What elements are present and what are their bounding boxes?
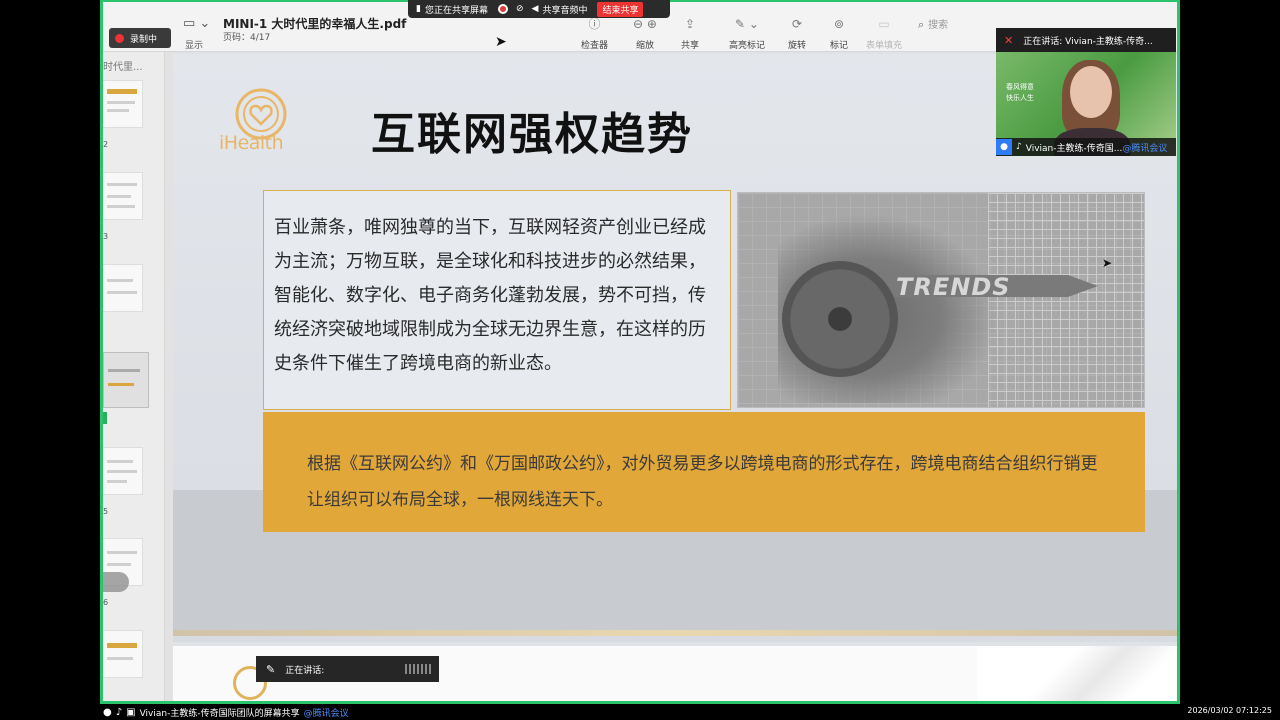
mic-icon: ✎	[266, 662, 276, 676]
screen: ▭ ⌄ 显示 MINI-1 大时代里的幸福人生.pdf 页码：4/17 ⓘ 检查…	[0, 0, 1280, 720]
form-icon: ▭	[878, 17, 890, 31]
page-indicator: 页码：4/17	[223, 33, 271, 43]
slide-highlight-box: 根据《互联网公约》和《万国邮政公约》，对外贸易更多以跨境电商的形式存在，跨境电商…	[263, 412, 1145, 532]
globe-icon	[782, 261, 898, 377]
markup-button[interactable]: ⊚ 标记	[830, 16, 848, 51]
page-gutter	[165, 52, 173, 702]
share-button[interactable]: ⇪ 共享	[681, 16, 699, 51]
mic-icon: ♪	[1016, 142, 1022, 152]
recording-badge[interactable]: 录制中	[109, 28, 171, 48]
page-thumbnail[interactable]	[103, 630, 143, 678]
mic-muted-icon: ✕	[1004, 33, 1014, 47]
audio-wave-icon	[405, 664, 431, 674]
participant-name: Vivian-主教练-传奇国...	[1025, 143, 1123, 154]
slide-paragraph: 百业萧条，唯网独尊的当下，互联网轻资产创业已经成为主流；万物互联，是全球化和科技…	[274, 217, 706, 374]
trends-image-text: TRENDS	[896, 273, 1011, 301]
speaker-icon: ◀	[531, 4, 539, 14]
thumbnail-heading: 时代里...	[103, 62, 143, 73]
info-icon: ⓘ	[588, 17, 601, 31]
mouse-cursor-icon: ➤	[495, 34, 507, 50]
share-owner-label: Vivian-主教练-传奇国际团队的屏幕共享	[139, 708, 300, 719]
highlight-button[interactable]: ✎ ⌄ 高亮标记	[729, 16, 765, 51]
share-audio[interactable]: ◀ 共享音频中	[532, 3, 588, 16]
page-thumbnail[interactable]	[103, 172, 143, 220]
user-icon: ●	[103, 706, 112, 718]
signal-icon: ▮	[416, 4, 421, 14]
rotate-button[interactable]: ⟳ 旋转	[788, 16, 806, 51]
search-icon: ⌕	[918, 18, 925, 31]
mouse-cursor-icon: ➤	[1102, 256, 1113, 270]
trends-image: TRENDS	[737, 192, 1145, 408]
page-number: 5	[103, 507, 109, 516]
slide-edge-decoration	[173, 630, 1177, 636]
page-number: 2	[103, 140, 109, 149]
page-number: 6	[103, 598, 109, 607]
share-status: ▮ 您正在共享屏幕	[416, 4, 488, 16]
highlight-icon: ✎ ⌄	[735, 17, 759, 31]
screen-icon: ▣	[126, 706, 136, 718]
page-thumbnail[interactable]	[103, 80, 143, 128]
end-share-button[interactable]: 结束共享	[597, 1, 644, 17]
speaking-toast: ✎ 正在讲话:	[256, 656, 439, 682]
zoom-icon: ⊖ ⊕	[633, 17, 657, 31]
brand-label: @腾讯会议	[1122, 143, 1168, 154]
slide-text-box: 百业萧条，唯网独尊的当下，互联网轻资产创业已经成为主流；万物互联，是全球化和科技…	[263, 190, 731, 410]
timestamp: 2026/03/02 07:12:25	[1187, 706, 1272, 715]
thumbnail-sidebar: 时代里... 2 3 5 6	[103, 52, 165, 702]
page-thumbnail[interactable]	[103, 264, 143, 312]
share-info-bar: ● ♪ ▣ Vivian-主教练-传奇国际团队的屏幕共享 @腾讯会议	[103, 704, 363, 720]
page-thumbnail-selected[interactable]	[103, 352, 149, 408]
current-page-marker	[103, 412, 107, 424]
inspector-button[interactable]: ⓘ 检查器	[581, 16, 608, 51]
video-overlay-text: 春风得意 快乐人生	[1006, 83, 1034, 102]
share-icon: ⇪	[684, 17, 696, 31]
sidebar-toggle-icon[interactable]: ▭ ⌄	[183, 16, 210, 31]
user-icon: ●	[996, 139, 1012, 155]
mic-icon: ♪	[115, 706, 123, 718]
thumbnail-scroll-handle[interactable]	[103, 572, 129, 592]
active-speaker-header: ✕ 正在讲话: Vivian-主教练-传奇...	[996, 28, 1176, 52]
rotate-icon: ⟳	[791, 17, 803, 31]
recording-icon	[115, 33, 124, 43]
logo-text: iHealth	[219, 132, 284, 154]
record-icon[interactable]	[497, 4, 508, 14]
search-input[interactable]: ⌕ 搜索	[918, 16, 998, 34]
mic-off-icon[interactable]: ⊘	[516, 4, 524, 14]
form-fill-button[interactable]: ▭ 表单填充	[866, 16, 902, 51]
share-status-bar: ▮ 您正在共享屏幕 ⊘ ◀ 共享音频中 结束共享	[408, 0, 670, 18]
brand-label: @腾讯会议	[303, 708, 349, 719]
page-number: 3	[103, 232, 109, 241]
zoom-button[interactable]: ⊖ ⊕ 缩放	[633, 16, 657, 51]
slide-title: 互联网强权趋势	[371, 109, 693, 160]
markup-icon: ⊚	[833, 17, 845, 31]
participant-name-bar: ● ♪ Vivian-主教练-传奇国... @腾讯会议	[996, 138, 1176, 156]
display-label: 显示	[185, 41, 204, 51]
speaker-name: Vivian-主教练-传奇...	[1065, 36, 1153, 47]
slide-highlight-text: 根据《互联网公约》和《万国邮政公约》，对外贸易更多以跨境电商的形式存在，跨境电商…	[307, 454, 1098, 510]
page-thumbnail[interactable]	[103, 447, 143, 495]
